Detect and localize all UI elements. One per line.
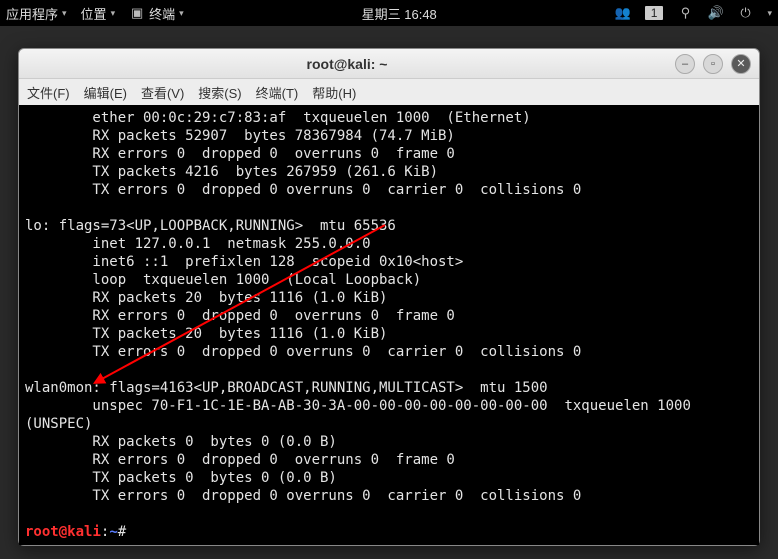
- window-title: root@kali: ~: [19, 56, 675, 72]
- bluetooth-icon[interactable]: ⚲: [677, 5, 693, 21]
- chevron-down-icon: ▾: [767, 8, 772, 19]
- active-app-label: 终端: [149, 4, 175, 23]
- terminal-content[interactable]: ether 00:0c:29:c7:83:af txqueuelen 1000 …: [19, 105, 759, 545]
- window-menubar: 文件(F) 编辑(E) 查看(V) 搜索(S) 终端(T) 帮助(H): [19, 79, 759, 105]
- menu-help[interactable]: 帮助(H): [312, 83, 356, 102]
- menu-view[interactable]: 查看(V): [141, 83, 184, 102]
- chevron-down-icon: ▾: [179, 8, 184, 19]
- volume-icon[interactable]: 🔊: [707, 5, 723, 21]
- apps-menu[interactable]: 应用程序 ▾: [6, 4, 67, 23]
- apps-menu-label: 应用程序: [6, 4, 58, 23]
- desktop-top-panel: 应用程序 ▾ 位置 ▾ ▣ 终端 ▾ 星期三 16:48 👥 1 ⚲ 🔊 ⏻ ▾: [0, 0, 778, 26]
- menu-file[interactable]: 文件(F): [27, 83, 70, 102]
- active-app[interactable]: ▣ 终端 ▾: [129, 4, 184, 23]
- places-menu-label: 位置: [81, 4, 107, 23]
- menu-edit[interactable]: 编辑(E): [84, 83, 127, 102]
- minimize-button[interactable]: ‒: [675, 54, 695, 74]
- close-button[interactable]: ✕: [731, 54, 751, 74]
- workspace-indicator[interactable]: 1: [645, 6, 664, 20]
- window-titlebar[interactable]: root@kali: ~ ‒ ▫ ✕: [19, 49, 759, 79]
- power-icon[interactable]: ⏻: [737, 5, 753, 21]
- terminal-icon: ▣: [129, 5, 145, 21]
- chevron-down-icon: ▾: [111, 8, 116, 19]
- datetime-label: 星期三 16:48: [362, 4, 437, 23]
- datetime[interactable]: 星期三 16:48: [362, 4, 437, 23]
- terminal-window: root@kali: ~ ‒ ▫ ✕ 文件(F) 编辑(E) 查看(V) 搜索(…: [18, 48, 760, 546]
- users-icon[interactable]: 👥: [615, 5, 631, 21]
- menu-search[interactable]: 搜索(S): [198, 83, 241, 102]
- maximize-button[interactable]: ▫: [703, 54, 723, 74]
- places-menu[interactable]: 位置 ▾: [81, 4, 116, 23]
- menu-terminal[interactable]: 终端(T): [256, 83, 299, 102]
- chevron-down-icon: ▾: [62, 8, 67, 19]
